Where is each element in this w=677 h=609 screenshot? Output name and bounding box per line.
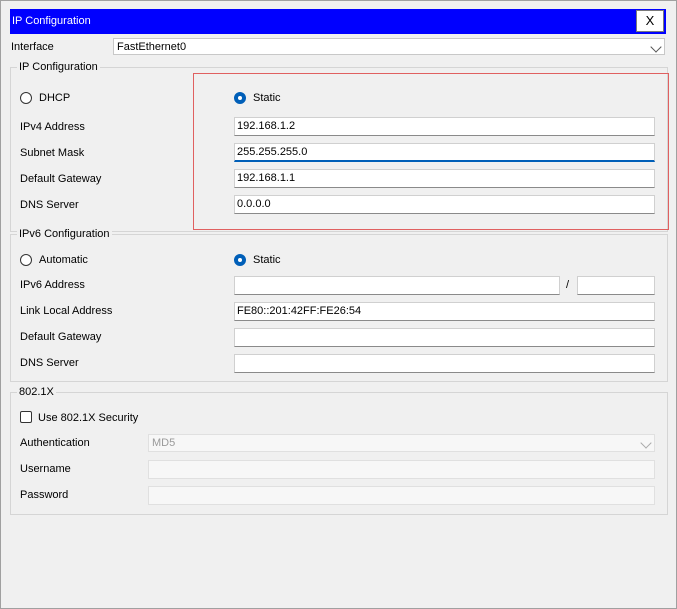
ipv4-dns-label: DNS Server [20, 199, 79, 211]
close-button[interactable]: X [636, 10, 664, 32]
use-8021x-label: Use 802.1X Security [38, 412, 139, 424]
ipv4-group-legend: IP Configuration [17, 61, 100, 73]
ipv6-automatic-label: Automatic [39, 254, 88, 266]
title-bar: IP Configuration X [10, 9, 666, 34]
ipv6-dns-input[interactable] [234, 354, 655, 373]
chevron-down-icon [640, 437, 652, 449]
dot1x-group-legend: 802.1X [17, 386, 56, 398]
password-input[interactable] [148, 486, 655, 505]
ipv6-group-legend: IPv6 Configuration [17, 228, 112, 240]
use-8021x-checkbox[interactable] [20, 411, 32, 423]
chevron-down-icon [650, 41, 662, 53]
ipv6-dns-label: DNS Server [20, 357, 79, 369]
subnet-mask-label: Subnet Mask [20, 147, 85, 159]
dhcp-label: DHCP [39, 92, 71, 104]
ipv6-address-label: IPv6 Address [20, 279, 85, 291]
ipv6-automatic-radio[interactable] [20, 254, 32, 266]
annotation-highlight-box [193, 73, 669, 230]
authentication-select[interactable]: MD5 [148, 434, 655, 452]
link-local-label: Link Local Address [20, 305, 113, 317]
authentication-label: Authentication [20, 437, 90, 449]
link-local-input[interactable]: FE80::201:42FF:FE26:54 [234, 302, 655, 321]
username-input[interactable] [148, 460, 655, 479]
ipv6-static-label: Static [253, 254, 281, 266]
ipv4-address-label: IPv4 Address [20, 121, 85, 133]
ipv6-gateway-input[interactable] [234, 328, 655, 347]
ipv6-address-input[interactable] [234, 276, 560, 295]
ipv6-gateway-label: Default Gateway [20, 331, 102, 343]
dhcp-radio[interactable] [20, 92, 32, 104]
ipv6-prefix-input[interactable] [577, 276, 655, 295]
prefix-separator: / [566, 279, 570, 291]
interface-label: Interface [11, 41, 54, 53]
authentication-value: MD5 [152, 437, 176, 449]
interface-value: FastEthernet0 [117, 41, 187, 53]
ipv6-static-radio[interactable] [234, 254, 246, 266]
interface-select[interactable]: FastEthernet0 [113, 38, 665, 55]
username-label: Username [20, 463, 71, 475]
window-title: IP Configuration [12, 15, 91, 27]
password-label: Password [20, 489, 69, 501]
ipv4-gateway-label: Default Gateway [20, 173, 102, 185]
